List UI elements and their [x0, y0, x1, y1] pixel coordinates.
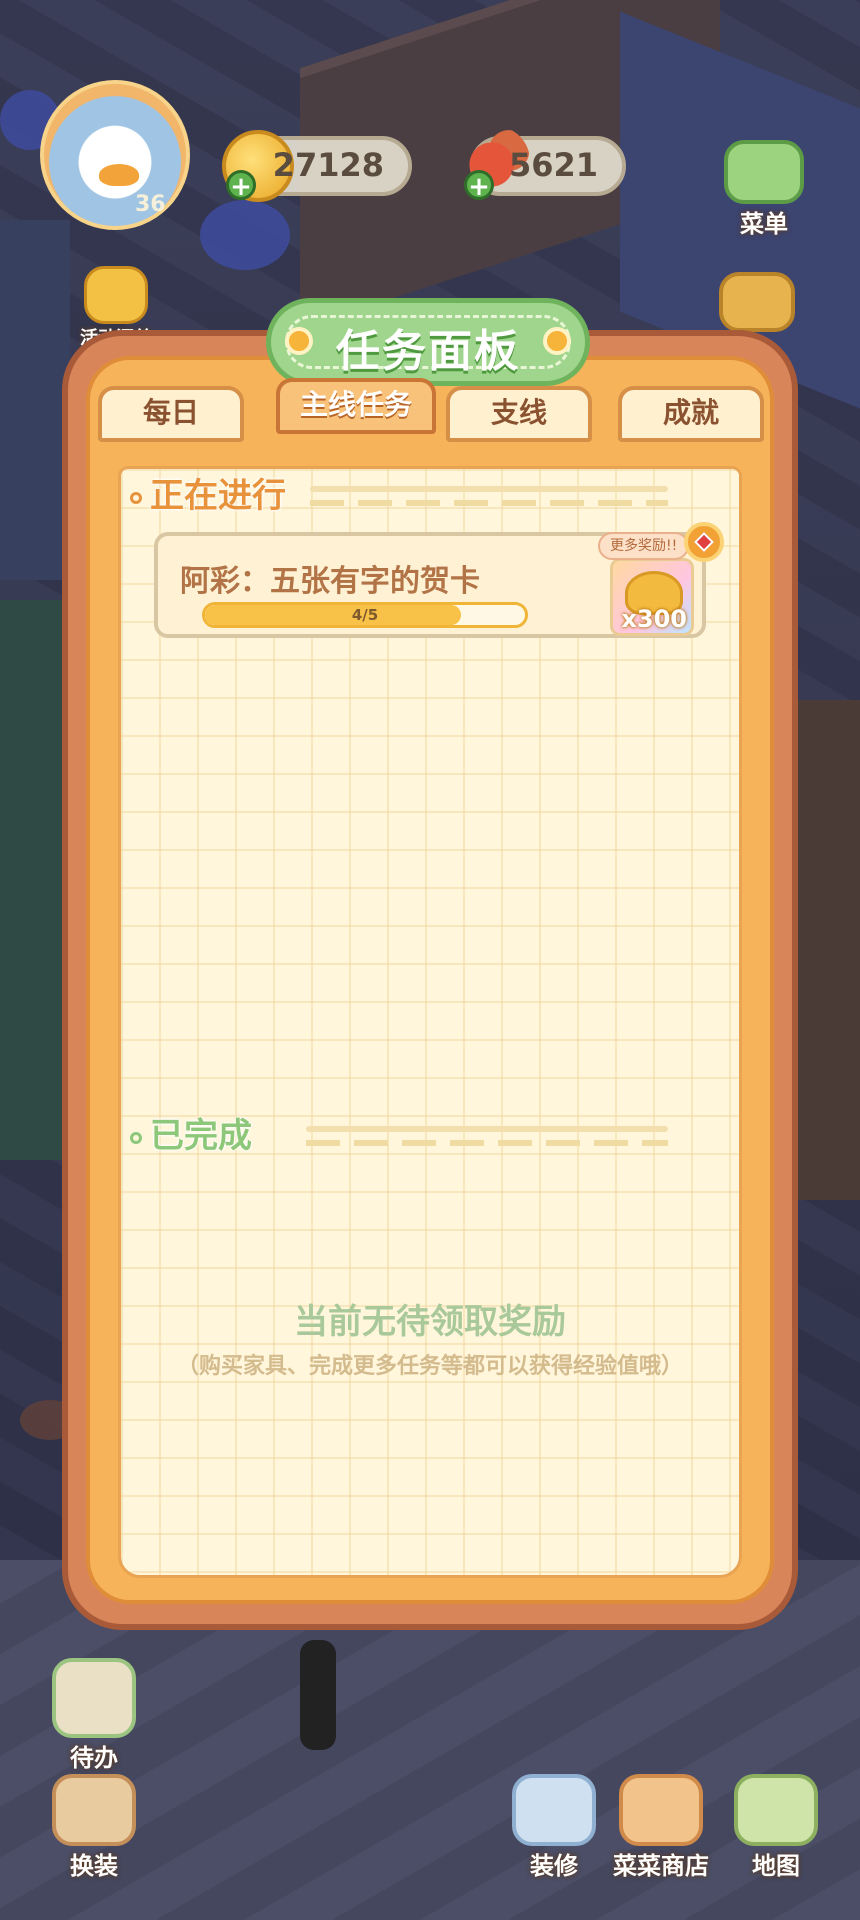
menu-icon [724, 140, 804, 204]
task-title: 阿彩：五张有字的贺卡 [180, 564, 480, 599]
todo-label: 待办 [70, 1744, 118, 1772]
character-sprite [300, 1640, 336, 1750]
completed-heading: 已完成 [130, 1108, 252, 1157]
in-progress-heading: 正在进行 [130, 468, 286, 517]
veggie-amount: 5621 [508, 146, 598, 184]
jar-icon [719, 272, 795, 332]
house-icon [84, 266, 148, 324]
panel-title-plaque: 任务面板 [266, 298, 590, 386]
player-avatar[interactable] [40, 80, 190, 230]
divider [310, 500, 668, 506]
divider [306, 1126, 668, 1132]
empty-rewards-title: 当前无待领取奖励 [294, 1302, 566, 1342]
decorate-button[interactable]: 装修 [504, 1774, 604, 1881]
completed-label: 已完成 [150, 1116, 252, 1156]
tab-side-quests[interactable]: 支线 [446, 386, 592, 442]
in-progress-label: 正在进行 [150, 476, 286, 516]
tab-achievements[interactable]: 成就 [618, 386, 764, 442]
shop-label: 菜菜商店 [613, 1852, 709, 1880]
flower-bush [200, 200, 290, 270]
map-icon [734, 1774, 818, 1846]
reward-quantity: x300 [621, 605, 687, 633]
jar-button[interactable] [712, 272, 802, 332]
task-panel [62, 330, 798, 1630]
bullet-icon [130, 1131, 142, 1144]
dressup-button[interactable]: 换装 [44, 1774, 144, 1881]
add-coins-button[interactable]: + [226, 170, 256, 201]
dressup-label: 换装 [70, 1852, 118, 1880]
duck-beak-icon [99, 164, 139, 186]
veggie-counter[interactable]: + 5621 [460, 126, 626, 201]
bullet-icon [130, 491, 142, 504]
empty-rewards-subtitle: （购买家具、完成更多任务等都可以获得经验值哦） [176, 1354, 683, 1379]
more-rewards-tag[interactable]: 更多奖励!! [598, 532, 690, 560]
checklist-icon [52, 1658, 136, 1738]
divider [306, 1140, 668, 1146]
task-progress-text: 4/5 [351, 606, 379, 624]
coin-amount: 27128 [272, 146, 384, 184]
panel-title: 任务面板 [336, 326, 520, 377]
task-progress-bar: 4/5 [202, 602, 528, 628]
add-veggies-button[interactable]: + [464, 170, 494, 201]
reward-item[interactable]: x300 [610, 558, 694, 636]
menu-label: 菜单 [740, 210, 788, 238]
hammer-duck-icon [512, 1774, 596, 1846]
tab-main-quests[interactable]: 主线任务 [276, 378, 436, 434]
wardrobe-icon [52, 1774, 136, 1846]
building [0, 220, 70, 580]
map-button[interactable]: 地图 [726, 1774, 826, 1881]
shopping-bag-icon [619, 1774, 703, 1846]
decorate-label: 装修 [530, 1852, 578, 1880]
level-badge: 36 [135, 192, 166, 217]
tab-daily[interactable]: 每日 [98, 386, 244, 442]
shop-button[interactable]: 菜菜商店 [606, 1774, 716, 1881]
divider [310, 486, 668, 492]
todo-button[interactable]: 待办 [44, 1658, 144, 1773]
task-card[interactable]: 阿彩：五张有字的贺卡 4/5 x300 更多奖励!! [154, 522, 724, 638]
more-rewards-icon[interactable] [684, 522, 724, 562]
coin-counter[interactable]: + 27128 [222, 130, 412, 202]
menu-button[interactable]: 菜单 [714, 140, 814, 239]
map-label: 地图 [752, 1852, 800, 1880]
diamond-icon [694, 532, 714, 552]
